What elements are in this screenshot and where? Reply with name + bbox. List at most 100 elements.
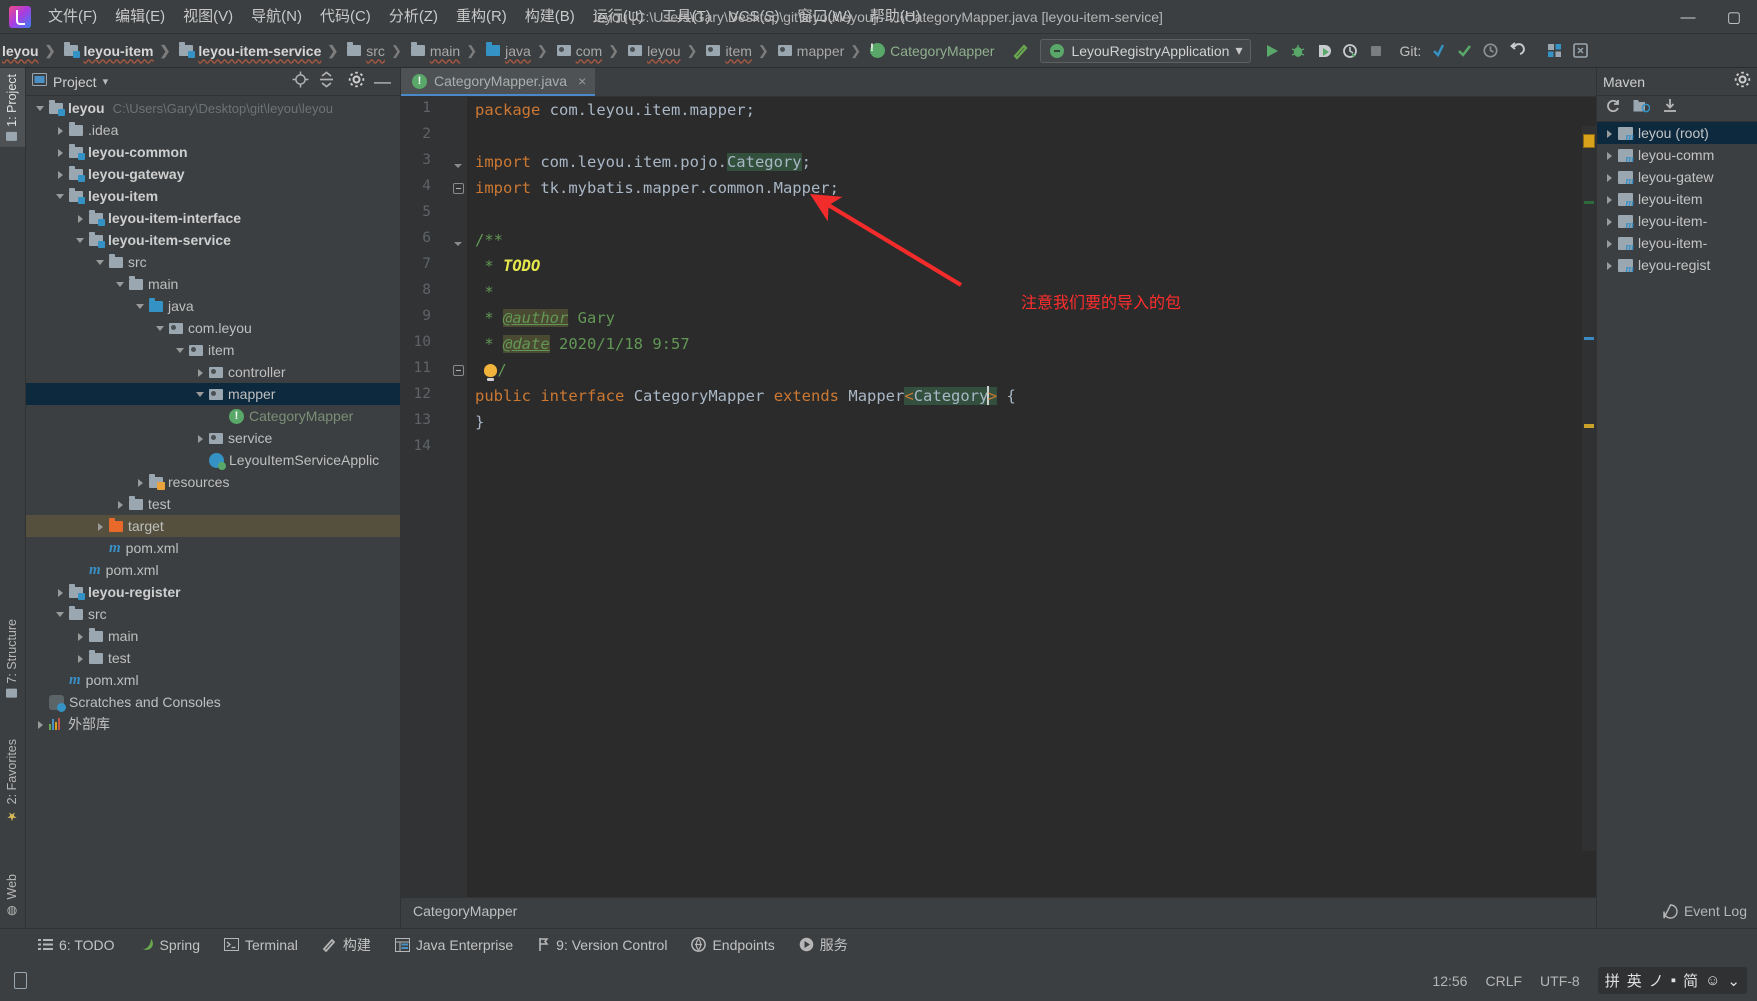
chevron-right-icon[interactable] — [54, 146, 67, 159]
breadcrumb-java[interactable]: java ❯ — [482, 34, 553, 67]
chevron-right-icon[interactable] — [1603, 127, 1616, 140]
chevron-down-icon[interactable]: ▾ — [103, 75, 109, 88]
tree-row-src[interactable]: src — [26, 251, 400, 273]
search-everywhere-button[interactable] — [1567, 38, 1593, 64]
file-encoding[interactable]: UTF-8 — [1540, 973, 1580, 989]
tree-row-leyou-item-service[interactable]: leyou-item-service — [26, 229, 400, 251]
chevron-down-icon[interactable] — [154, 322, 167, 335]
minimize-button[interactable]: — — [1665, 0, 1711, 34]
ime-indicator[interactable]: 拼 英 ノ ▪ 简 ☺ ⌄ — [1597, 967, 1747, 994]
ime-item[interactable]: ノ — [1649, 970, 1664, 991]
chevron-down-icon[interactable] — [54, 190, 67, 203]
editor-breadcrumb[interactable]: CategoryMapper — [413, 903, 517, 919]
sidebar-tab-project[interactable]: 1: Project — [0, 68, 25, 147]
chevron-down-icon[interactable] — [74, 234, 87, 247]
tree-row-leyou-item-interface[interactable]: leyou-item-interface — [26, 207, 400, 229]
breadcrumb-leyou-item-service[interactable]: leyou-item-service ❯ — [175, 34, 343, 67]
breadcrumb-leyou-pkg[interactable]: leyou ❯ — [624, 34, 702, 67]
structure-button[interactable] — [1541, 38, 1567, 64]
editor-tab-categorymapper[interactable]: ! CategoryMapper.java × — [401, 68, 596, 96]
breadcrumb-mapper[interactable]: mapper ❯ — [774, 34, 866, 67]
toolwin-version-control[interactable]: 9: Version Control — [525, 934, 679, 956]
reload-icon[interactable] — [1605, 98, 1621, 119]
project-tree[interactable]: leyou C:\Users\Gary\Desktop\git\leyou\ley… — [26, 97, 400, 921]
chevron-right-icon[interactable] — [1603, 215, 1616, 228]
ime-item[interactable]: ⌄ — [1727, 972, 1740, 990]
chevron-down-icon[interactable] — [34, 102, 47, 115]
tree-row-[interactable]: 外部库 — [26, 713, 400, 735]
toolwin-services[interactable]: 服务 — [787, 932, 860, 958]
chevron-right-icon[interactable] — [1603, 193, 1616, 206]
chevron-right-icon[interactable] — [34, 718, 47, 731]
tree-row-controller[interactable]: controller — [26, 361, 400, 383]
chevron-down-icon[interactable] — [134, 300, 147, 313]
gear-icon[interactable] — [348, 71, 365, 93]
editor-gutter[interactable]: 1 2 3 4 5 6 7 8 9 10 11 12 13 14 — [401, 97, 467, 897]
ime-item[interactable]: ☺ — [1705, 972, 1720, 989]
tree-row-src[interactable]: src — [26, 603, 400, 625]
debug-button[interactable] — [1285, 38, 1311, 64]
git-history-button[interactable] — [1477, 38, 1503, 64]
intention-bulb-icon[interactable] — [484, 364, 498, 381]
tree-row-pom-xml[interactable]: m pom.xml — [26, 669, 400, 691]
git-update-button[interactable] — [1425, 38, 1451, 64]
code-content[interactable]: package com.leyou.item.mapper; import co… — [467, 97, 1596, 897]
menu-view[interactable]: 视图(V) — [174, 4, 242, 30]
add-maven-project-icon[interactable] — [1633, 99, 1651, 118]
collapse-all-icon[interactable] — [318, 70, 335, 93]
tree-row-scratches-and-consoles[interactable]: Scratches and Consoles — [26, 691, 400, 713]
git-commit-button[interactable] — [1451, 38, 1477, 64]
maven-row-leyou-comm[interactable]: leyou-comm — [1597, 144, 1757, 166]
maven-projects-tree[interactable]: leyou (root) leyou-comm leyou-gatew leyou-i… — [1597, 122, 1757, 276]
maven-row-leyou-item[interactable]: leyou-item — [1597, 188, 1757, 210]
tree-row-idea[interactable]: .idea — [26, 119, 400, 141]
tree-row-resources[interactable]: resources — [26, 471, 400, 493]
code-fold-icon[interactable] — [453, 183, 464, 194]
tree-row-test[interactable]: test — [26, 493, 400, 515]
code-fold-icon[interactable] — [453, 365, 464, 376]
breadcrumb-com[interactable]: com ❯ — [553, 34, 624, 67]
chevron-right-icon[interactable] — [1603, 171, 1616, 184]
tree-row-leyouitemserviceapplic[interactable]: LeyouItemServiceApplic — [26, 449, 400, 471]
menu-file[interactable]: 文件(F) — [39, 4, 106, 30]
code-editor[interactable]: 1 2 3 4 5 6 7 8 9 10 11 12 13 14 package com.leyou.it… — [401, 97, 1596, 897]
code-fold-icon[interactable] — [453, 157, 464, 168]
locate-icon[interactable] — [292, 71, 309, 93]
chevron-right-icon[interactable] — [94, 520, 107, 533]
maven-row-leyou-regist[interactable]: leyou-regist — [1597, 254, 1757, 276]
tree-row-leyou-gateway[interactable]: leyou-gateway — [26, 163, 400, 185]
chevron-right-icon[interactable] — [54, 168, 67, 181]
sidebar-tab-web[interactable]: ◍ Web — [0, 868, 25, 924]
line-separator[interactable]: CRLF — [1485, 973, 1522, 989]
download-sources-icon[interactable] — [1662, 98, 1678, 119]
ime-item[interactable]: 简 — [1683, 970, 1698, 991]
chevron-down-icon[interactable] — [174, 344, 187, 357]
menu-edit[interactable]: 编辑(E) — [106, 4, 174, 30]
ime-item[interactable]: ▪ — [1671, 972, 1676, 989]
tree-row-service[interactable]: service — [26, 427, 400, 449]
build-project-button[interactable] — [1008, 38, 1034, 64]
breadcrumb-main[interactable]: main ❯ — [407, 34, 482, 67]
profile-button[interactable] — [1337, 38, 1363, 64]
ime-item[interactable]: 拼 — [1605, 970, 1620, 991]
menu-build[interactable]: 构建(B) — [516, 4, 584, 30]
chevron-right-icon[interactable] — [54, 586, 67, 599]
run-configuration-selector[interactable]: LeyouRegistryApplication ▾ — [1040, 38, 1252, 63]
sidebar-tab-structure[interactable]: 7: Structure — [0, 613, 25, 704]
maven-row-leyou-item[interactable]: leyou-item- — [1597, 232, 1757, 254]
chevron-right-icon[interactable] — [1603, 259, 1616, 272]
maximize-button[interactable]: ▢ — [1711, 0, 1757, 34]
chevron-down-icon[interactable] — [54, 608, 67, 621]
chevron-right-icon[interactable] — [74, 630, 87, 643]
breadcrumb-item[interactable]: item ❯ — [702, 34, 773, 67]
git-rollback-button[interactable] — [1503, 38, 1529, 64]
editor-marker-scrollbar[interactable] — [1582, 126, 1596, 851]
breadcrumb-leyou[interactable]: leyou ❯ — [0, 34, 60, 67]
tree-row-main[interactable]: main — [26, 273, 400, 295]
ime-item[interactable]: 英 — [1627, 970, 1642, 991]
chevron-right-icon[interactable] — [74, 652, 87, 665]
menu-code[interactable]: 代码(C) — [311, 4, 380, 30]
tree-row-mapper[interactable]: mapper — [26, 383, 400, 405]
event-log-button[interactable]: Event Log — [1663, 903, 1747, 919]
menu-refactor[interactable]: 重构(R) — [447, 4, 516, 30]
